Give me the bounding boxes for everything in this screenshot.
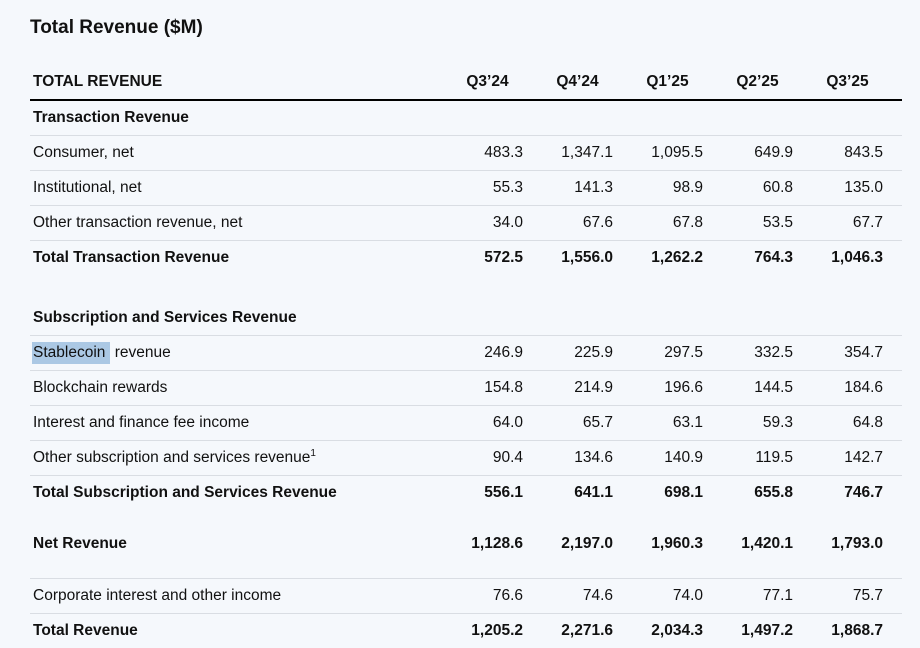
column-header-q3-24: Q3’24 — [452, 65, 542, 100]
cell-value: 140.9 — [632, 441, 722, 476]
cell-value: 572.5 — [452, 241, 542, 276]
row-label: Total Subscription and Services Revenue — [30, 476, 452, 511]
cell-value: 1,095.5 — [632, 136, 722, 171]
column-header-q1-25: Q1’25 — [632, 65, 722, 100]
cell-value: 59.3 — [722, 406, 812, 441]
cell-value: 483.3 — [452, 136, 542, 171]
cell-value: 63.1 — [632, 406, 722, 441]
row-label: Consumer, net — [30, 136, 452, 171]
cell-value: 55.3 — [452, 171, 542, 206]
cell-value: 142.7 — [812, 441, 902, 476]
row-consumer-net: Consumer, net 483.3 1,347.1 1,095.5 649.… — [30, 136, 902, 171]
cell-value: 64.8 — [812, 406, 902, 441]
cell-value: 354.7 — [812, 336, 902, 371]
cell-value: 135.0 — [812, 171, 902, 206]
cell-value: 67.8 — [632, 206, 722, 241]
cell-value: 98.9 — [632, 171, 722, 206]
row-label: Corporate interest and other income — [30, 579, 452, 614]
cell-value: 297.5 — [632, 336, 722, 371]
section-gap — [30, 275, 902, 301]
cell-value: 134.6 — [542, 441, 632, 476]
row-other-subscription-services-revenue: Other subscription and services revenue1… — [30, 441, 902, 476]
cell-value: 119.5 — [722, 441, 812, 476]
cell-value: 1,960.3 — [632, 527, 722, 561]
column-header-q4-24: Q4’24 — [542, 65, 632, 100]
table-header-row: TOTAL REVENUE Q3’24 Q4’24 Q1’25 Q2’25 Q3… — [30, 65, 902, 100]
cell-value: 77.1 — [722, 579, 812, 614]
cell-value: 74.0 — [632, 579, 722, 614]
row-stablecoin-revenue: Stablecoin revenue 246.9 225.9 297.5 332… — [30, 336, 902, 371]
cell-value: 90.4 — [452, 441, 542, 476]
section-header-transaction-revenue: Transaction Revenue — [30, 100, 902, 136]
cell-value: 556.1 — [452, 476, 542, 511]
section-label: Transaction Revenue — [30, 100, 452, 136]
column-header-q2-25: Q2’25 — [722, 65, 812, 100]
cell-value: 1,793.0 — [812, 527, 902, 561]
cell-value: 76.6 — [452, 579, 542, 614]
cell-value: 65.7 — [542, 406, 632, 441]
cell-value: 141.3 — [542, 171, 632, 206]
cell-value: 655.8 — [722, 476, 812, 511]
row-label: Blockchain rewards — [30, 371, 452, 406]
cell-value: 214.9 — [542, 371, 632, 406]
cell-value: 64.0 — [452, 406, 542, 441]
row-label: Institutional, net — [30, 171, 452, 206]
row-label: Net Revenue — [30, 527, 452, 561]
cell-value: 144.5 — [722, 371, 812, 406]
cell-value: 698.1 — [632, 476, 722, 511]
section-header-subscription-services: Subscription and Services Revenue — [30, 301, 902, 336]
row-blockchain-rewards: Blockchain rewards 154.8 214.9 196.6 144… — [30, 371, 902, 406]
section-label: Subscription and Services Revenue — [30, 301, 452, 336]
page-title: Total Revenue ($M) — [30, 16, 902, 39]
cell-value: 843.5 — [812, 136, 902, 171]
cell-value: 53.5 — [722, 206, 812, 241]
text-selection-highlight[interactable]: Stablecoin — [32, 342, 110, 364]
section-gap — [30, 510, 902, 527]
cell-value: 74.6 — [542, 579, 632, 614]
cell-value: 225.9 — [542, 336, 632, 371]
cell-value: 1,347.1 — [542, 136, 632, 171]
footnote-marker: 1 — [310, 448, 316, 459]
row-net-revenue: Net Revenue 1,128.6 2,197.0 1,960.3 1,42… — [30, 527, 902, 561]
cell-value: 332.5 — [722, 336, 812, 371]
cell-value: 1,420.1 — [722, 527, 812, 561]
row-other-transaction-revenue: Other transaction revenue, net 34.0 67.6… — [30, 206, 902, 241]
cell-value: 1,556.0 — [542, 241, 632, 276]
cell-value: 154.8 — [452, 371, 542, 406]
cell-value: 34.0 — [452, 206, 542, 241]
row-label: Other subscription and services revenue1 — [30, 441, 452, 476]
cell-value: 75.7 — [812, 579, 902, 614]
row-total-transaction-revenue: Total Transaction Revenue 572.5 1,556.0 … — [30, 241, 902, 276]
document-page: Total Revenue ($M) TOTAL REVENUE Q3’24 Q… — [0, 0, 920, 643]
cell-value: 764.3 — [722, 241, 812, 276]
row-total-subscription-services-revenue: Total Subscription and Services Revenue … — [30, 476, 902, 511]
column-header-q3-25: Q3’25 — [812, 65, 902, 100]
cell-value: 67.7 — [812, 206, 902, 241]
cell-value: 649.9 — [722, 136, 812, 171]
cell-value: 184.6 — [812, 371, 902, 406]
cell-value: 1,128.6 — [452, 527, 542, 561]
row-label: Interest and finance fee income — [30, 406, 452, 441]
row-label: Other transaction revenue, net — [30, 206, 452, 241]
cell-value: 641.1 — [542, 476, 632, 511]
row-corporate-interest-other-income: Corporate interest and other income 76.6… — [30, 579, 902, 614]
cell-value: 196.6 — [632, 371, 722, 406]
row-interest-finance-fee-income: Interest and finance fee income 64.0 65.… — [30, 406, 902, 441]
cell-value: 1,262.2 — [632, 241, 722, 276]
cell-value: 246.9 — [452, 336, 542, 371]
cell-value: 2,197.0 — [542, 527, 632, 561]
row-label: Total Transaction Revenue — [30, 241, 452, 276]
column-header-total-revenue: TOTAL REVENUE — [30, 65, 452, 100]
row-institutional-net: Institutional, net 55.3 141.3 98.9 60.8 … — [30, 171, 902, 206]
total-revenue-table: TOTAL REVENUE Q3’24 Q4’24 Q1’25 Q2’25 Q3… — [30, 65, 902, 648]
row-label-rest: revenue — [110, 344, 170, 361]
cell-value: 60.8 — [722, 171, 812, 206]
cell-value: 67.6 — [542, 206, 632, 241]
cell-value: 746.7 — [812, 476, 902, 511]
row-label: Stablecoin revenue — [30, 336, 452, 371]
cell-value: 1,046.3 — [812, 241, 902, 276]
section-gap — [30, 561, 902, 579]
